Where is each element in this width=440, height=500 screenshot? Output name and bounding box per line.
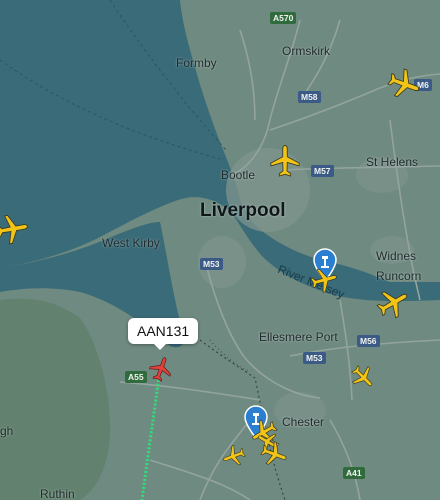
place-west-kirby: West Kirby bbox=[102, 236, 160, 250]
map-basemap bbox=[0, 0, 440, 500]
place-gh-edge: gh bbox=[0, 424, 14, 438]
place-chester: Chester bbox=[282, 415, 325, 429]
aircraft-west-sea[interactable] bbox=[0, 209, 32, 248]
road-m53-south: M53 bbox=[303, 352, 326, 364]
aircraft-bootle[interactable] bbox=[268, 144, 302, 178]
road-m58: M58 bbox=[298, 91, 321, 103]
road-m56: M56 bbox=[357, 335, 380, 347]
road-a55: A55 bbox=[125, 371, 147, 383]
road-a41: A41 bbox=[343, 467, 365, 479]
selected-flight-callout[interactable]: AAN131 bbox=[128, 318, 199, 350]
road-a570: A570 bbox=[270, 12, 297, 24]
place-widnes: Widnes bbox=[376, 249, 417, 263]
place-st-helens: St Helens bbox=[366, 155, 419, 169]
place-formby: Formby bbox=[176, 56, 217, 70]
airplane-icon bbox=[0, 214, 28, 245]
place-bootle: Bootle bbox=[221, 168, 256, 182]
road-m53-north: M53 bbox=[200, 258, 223, 270]
selected-flight-callsign: AAN131 bbox=[137, 323, 190, 339]
place-ormskirk: Ormskirk bbox=[282, 44, 330, 58]
place-ellesmere-port: Ellesmere Port bbox=[259, 330, 338, 344]
place-liverpool: Liverpool bbox=[200, 200, 286, 221]
airplane-icon bbox=[270, 144, 300, 177]
flight-map[interactable]: Formby Ormskirk Bootle St Helens Liverpo… bbox=[0, 0, 440, 500]
place-ruthin: Ruthin bbox=[40, 487, 75, 500]
road-m57: M57 bbox=[311, 165, 334, 177]
